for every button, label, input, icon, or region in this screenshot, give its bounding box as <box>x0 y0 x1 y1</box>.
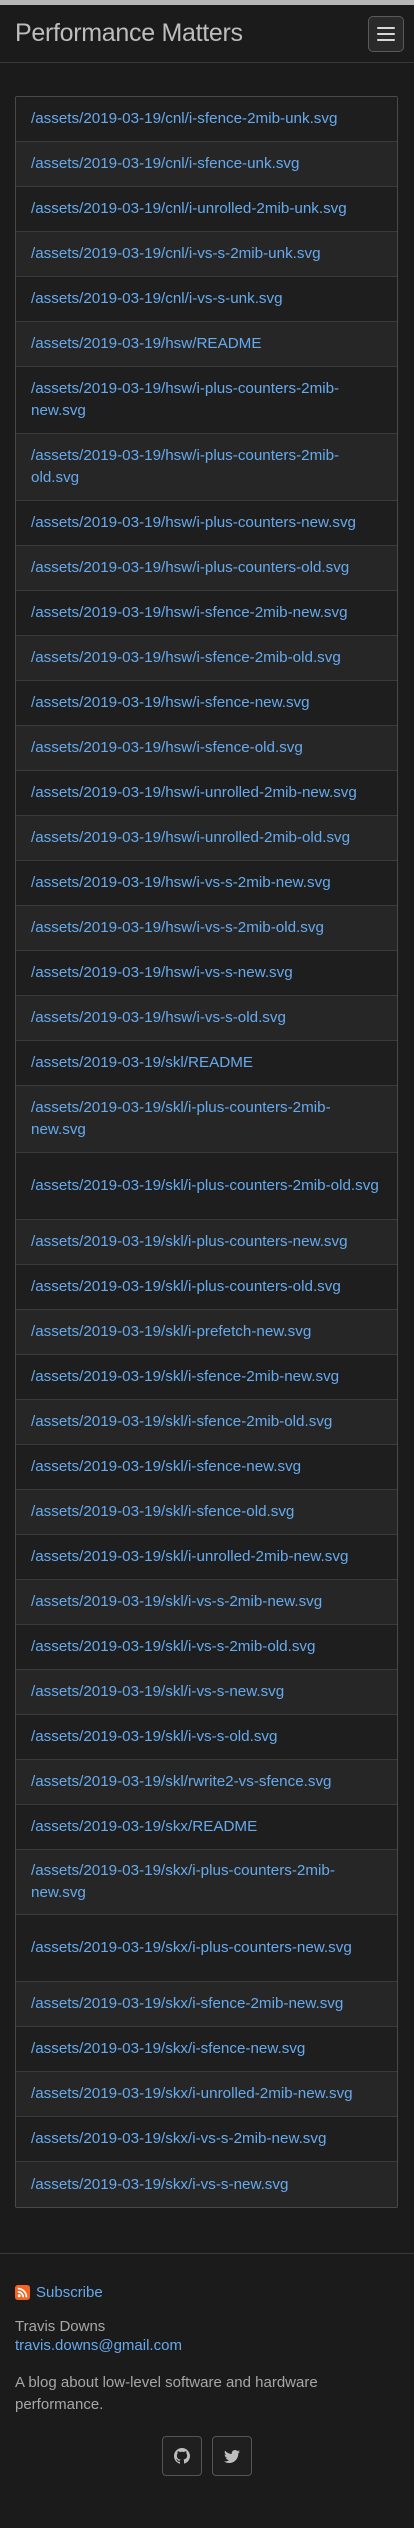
file-list-item[interactable]: /assets/2019-03-19/skl/i-vs-s-2mib-old.s… <box>16 1625 397 1670</box>
file-list-item[interactable]: /assets/2019-03-19/hsw/i-plus-counters-o… <box>16 546 397 591</box>
file-list-item[interactable]: /assets/2019-03-19/hsw/i-unrolled-2mib-n… <box>16 771 397 816</box>
site-title[interactable]: Performance Matters <box>15 19 243 48</box>
site-footer: Subscribe Travis Downs travis.downs@gmai… <box>0 2253 414 2476</box>
file-list-item[interactable]: /assets/2019-03-19/cnl/i-sfence-unk.svg <box>16 142 397 187</box>
file-list-item[interactable]: /assets/2019-03-19/skl/i-unrolled-2mib-n… <box>16 1535 397 1580</box>
file-list-item[interactable]: /assets/2019-03-19/skx/i-plus-counters-2… <box>16 1850 397 1915</box>
site-header: Performance Matters <box>0 5 414 63</box>
file-list-item[interactable]: /assets/2019-03-19/skx/i-vs-s-2mib-new.s… <box>16 2117 397 2162</box>
file-list-item[interactable]: /assets/2019-03-19/skl/i-plus-counters-2… <box>16 1153 397 1220</box>
hamburger-icon-bar <box>377 32 395 35</box>
file-list-item[interactable]: /assets/2019-03-19/hsw/i-plus-counters-n… <box>16 501 397 546</box>
file-list-item[interactable]: /assets/2019-03-19/skl/i-sfence-2mib-old… <box>16 1400 397 1445</box>
file-list-item[interactable]: /assets/2019-03-19/hsw/i-sfence-old.svg <box>16 726 397 771</box>
file-list-item[interactable]: /assets/2019-03-19/skx/i-sfence-new.svg <box>16 2027 397 2072</box>
rss-icon <box>15 2285 30 2300</box>
social-links <box>15 2436 399 2476</box>
file-list-item[interactable]: /assets/2019-03-19/hsw/i-vs-s-2mib-old.s… <box>16 906 397 951</box>
file-list-item[interactable]: /assets/2019-03-19/skl/README <box>16 1041 397 1086</box>
hamburger-icon-bar <box>377 26 395 29</box>
author-name: Travis Downs <box>15 2318 106 2335</box>
file-list-item[interactable]: /assets/2019-03-19/hsw/i-sfence-2mib-old… <box>16 636 397 681</box>
file-list-item[interactable]: /assets/2019-03-19/hsw/i-vs-s-new.svg <box>16 951 397 996</box>
file-list-item[interactable]: /assets/2019-03-19/skl/rwrite2-vs-sfence… <box>16 1760 397 1805</box>
menu-toggle-button[interactable] <box>368 15 404 52</box>
subscribe-label: Subscribe <box>36 2284 103 2301</box>
file-list-item[interactable]: /assets/2019-03-19/skl/i-plus-counters-2… <box>16 1086 397 1153</box>
file-list-item[interactable]: /assets/2019-03-19/skl/i-vs-s-new.svg <box>16 1670 397 1715</box>
github-icon <box>174 2448 190 2464</box>
author-email-link[interactable]: travis.downs@gmail.com <box>15 2337 399 2354</box>
file-list-item[interactable]: /assets/2019-03-19/cnl/i-unrolled-2mib-u… <box>16 187 397 232</box>
file-list-item[interactable]: /assets/2019-03-19/hsw/i-unrolled-2mib-o… <box>16 816 397 861</box>
file-list-item[interactable]: /assets/2019-03-19/hsw/i-sfence-new.svg <box>16 681 397 726</box>
file-list-item[interactable]: /assets/2019-03-19/skl/i-vs-s-2mib-new.s… <box>16 1580 397 1625</box>
file-list-item[interactable]: /assets/2019-03-19/cnl/i-vs-s-2mib-unk.s… <box>16 232 397 277</box>
file-list-item[interactable]: /assets/2019-03-19/skl/i-sfence-new.svg <box>16 1445 397 1490</box>
blog-description: A blog about low-level software and hard… <box>15 2374 318 2413</box>
file-list-item[interactable]: /assets/2019-03-19/skl/i-plus-counters-o… <box>16 1265 397 1310</box>
github-link[interactable] <box>162 2436 202 2476</box>
twitter-link[interactable] <box>212 2436 252 2476</box>
file-list-item[interactable]: /assets/2019-03-19/skx/i-unrolled-2mib-n… <box>16 2072 397 2117</box>
file-list-item[interactable]: /assets/2019-03-19/hsw/i-sfence-2mib-new… <box>16 591 397 636</box>
file-list-item[interactable]: /assets/2019-03-19/skx/i-sfence-2mib-new… <box>16 1982 397 2027</box>
hamburger-icon-bar <box>377 38 395 41</box>
file-list-item[interactable]: /assets/2019-03-19/skl/i-prefetch-new.sv… <box>16 1310 397 1355</box>
subscribe-link[interactable]: Subscribe <box>15 2284 399 2301</box>
file-list-item[interactable]: /assets/2019-03-19/skx/README <box>16 1805 397 1850</box>
file-list-item[interactable]: /assets/2019-03-19/skl/i-sfence-old.svg <box>16 1490 397 1535</box>
file-list-item[interactable]: /assets/2019-03-19/hsw/i-plus-counters-2… <box>16 367 397 434</box>
file-list-item[interactable]: /assets/2019-03-19/skx/i-vs-s-new.svg <box>16 2162 397 2207</box>
file-list-item[interactable]: /assets/2019-03-19/skl/i-vs-s-old.svg <box>16 1715 397 1760</box>
twitter-icon <box>224 2450 240 2463</box>
file-list-item[interactable]: /assets/2019-03-19/skx/i-plus-counters-n… <box>16 1915 397 1982</box>
file-list-item[interactable]: /assets/2019-03-19/cnl/i-sfence-2mib-unk… <box>16 97 397 142</box>
file-list-item[interactable]: /assets/2019-03-19/skl/i-plus-counters-n… <box>16 1220 397 1265</box>
file-list-item[interactable]: /assets/2019-03-19/hsw/i-vs-s-2mib-new.s… <box>16 861 397 906</box>
file-list-item[interactable]: /assets/2019-03-19/hsw/README <box>16 322 397 367</box>
file-list-item[interactable]: /assets/2019-03-19/hsw/i-vs-s-old.svg <box>16 996 397 1041</box>
file-list-item[interactable]: /assets/2019-03-19/cnl/i-vs-s-unk.svg <box>16 277 397 322</box>
file-list-item[interactable]: /assets/2019-03-19/skl/i-sfence-2mib-new… <box>16 1355 397 1400</box>
file-list-item[interactable]: /assets/2019-03-19/hsw/i-plus-counters-2… <box>16 434 397 501</box>
file-list: /assets/2019-03-19/cnl/i-sfence-2mib-unk… <box>15 96 398 2208</box>
